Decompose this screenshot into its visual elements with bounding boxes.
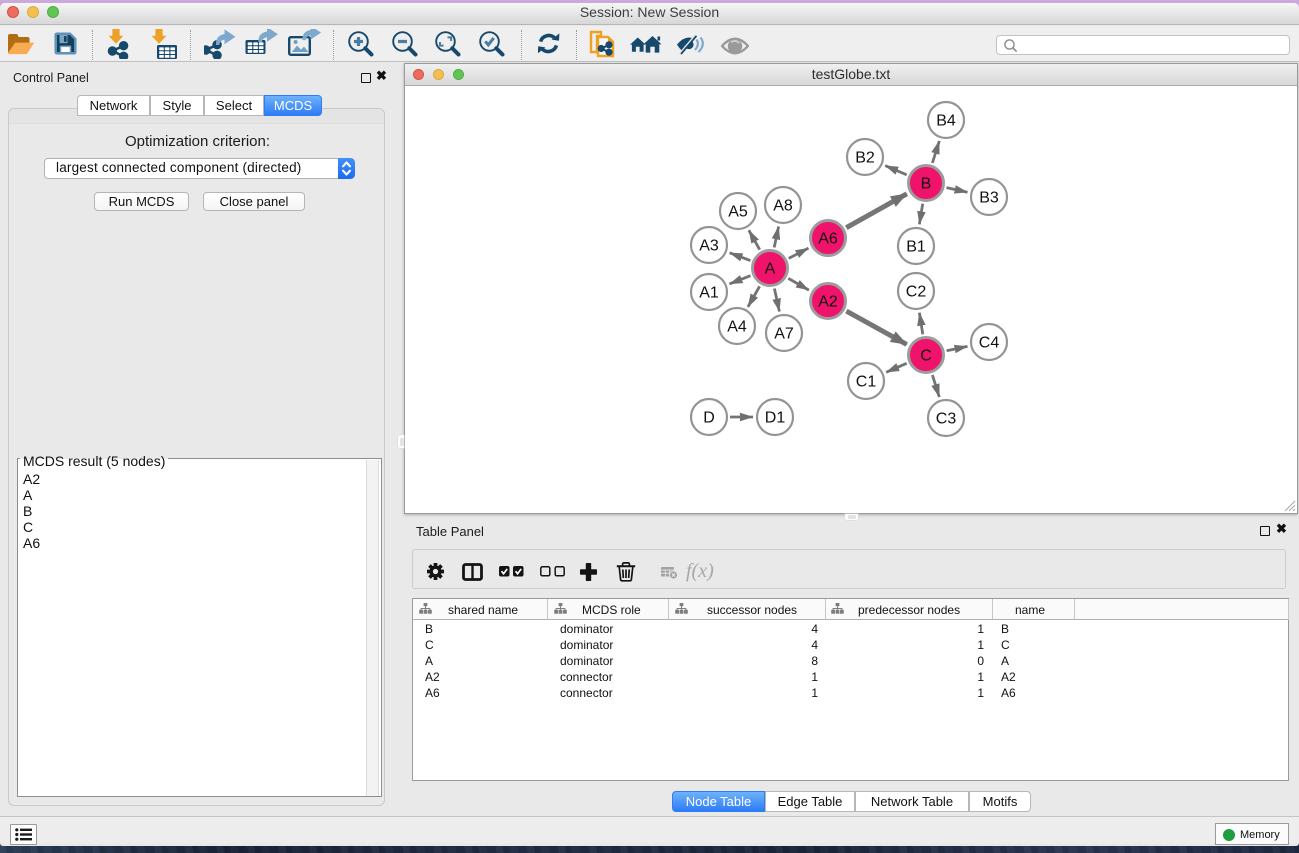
svg-text:B3: B3 bbox=[979, 190, 999, 207]
svg-text:B4: B4 bbox=[936, 113, 956, 130]
svg-text:A8: A8 bbox=[773, 198, 793, 215]
svg-text:C3: C3 bbox=[936, 411, 957, 428]
svg-text:A4: A4 bbox=[727, 319, 747, 336]
svg-text:C: C bbox=[920, 348, 932, 365]
svg-text:A2: A2 bbox=[818, 294, 838, 311]
svg-text:C4: C4 bbox=[979, 335, 1000, 352]
svg-text:A5: A5 bbox=[728, 204, 748, 221]
svg-text:A: A bbox=[765, 261, 776, 278]
svg-text:C2: C2 bbox=[906, 284, 927, 301]
svg-text:A7: A7 bbox=[774, 326, 794, 343]
svg-text:D: D bbox=[703, 410, 715, 427]
svg-text:B1: B1 bbox=[906, 239, 926, 256]
svg-text:A3: A3 bbox=[699, 238, 719, 255]
svg-text:A1: A1 bbox=[699, 285, 719, 302]
svg-text:B: B bbox=[921, 176, 932, 193]
svg-text:A6: A6 bbox=[818, 231, 838, 248]
svg-text:B2: B2 bbox=[855, 150, 875, 167]
svg-text:D1: D1 bbox=[765, 410, 786, 427]
svg-text:C1: C1 bbox=[856, 374, 877, 391]
